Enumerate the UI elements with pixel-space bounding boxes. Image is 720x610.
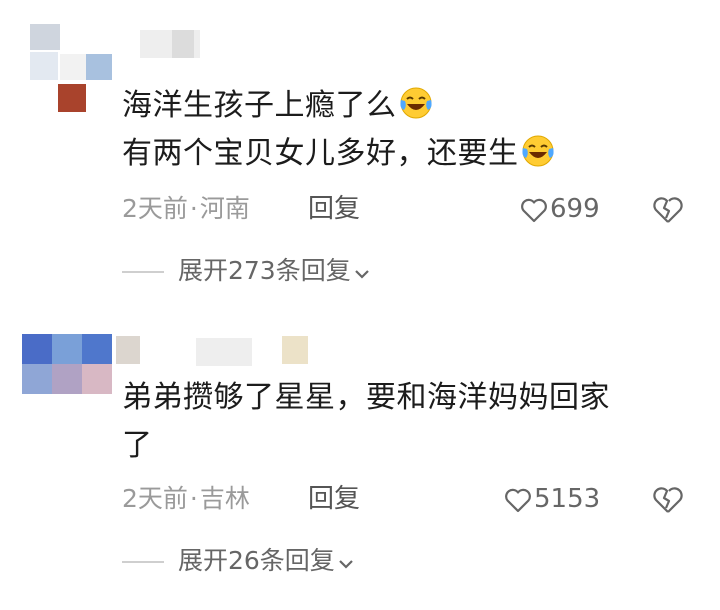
comment-text: 弟弟攒够了星星，要和海洋妈妈回家 了 [122,374,610,470]
comment-line: 弟弟攒够了星星，要和海洋妈妈回家 [122,380,610,415]
avatar[interactable] [22,24,114,114]
expand-replies-label: 展开26条回复 [178,546,335,575]
like-count: 5153 [534,484,601,514]
comment-text: 海洋生孩子上瘾了么 有两个宝贝女儿多好，还要生 [122,82,555,178]
expand-replies-label: 展开273条回复 [178,256,351,285]
chevron-down-icon [339,560,353,569]
username-blur-block [196,338,252,366]
comment-meta: 2天前·河南 [122,192,250,226]
avatar[interactable] [22,334,114,424]
comment-line: 海洋生孩子上瘾了么 [122,82,555,130]
comment-time: 2天前 [122,484,188,513]
broken-heart-icon[interactable] [652,484,684,516]
comment-location: 吉林 [199,484,250,513]
broken-heart-icon[interactable] [652,194,684,226]
comment-location: 河南 [199,194,250,223]
expand-replies-button[interactable]: 展开273条回复 [122,254,371,288]
expand-divider [122,561,164,563]
expand-divider [122,271,164,273]
comment-line: 了 [122,428,153,463]
expand-replies-button[interactable]: 展开26条回复 [122,544,355,578]
heart-outline-icon [505,488,531,513]
laughing-crying-emoji-icon [521,135,554,167]
comment-meta: 2天前·吉林 [122,482,250,516]
badge-blur-block [282,336,308,364]
like-button[interactable]: 699 [520,192,600,226]
like-count: 699 [550,194,600,224]
username-blur-block [172,30,194,58]
reply-button[interactable]: 回复 [308,482,360,516]
meta-separator: · [189,194,198,223]
username[interactable] [116,336,140,364]
comment-line: 有两个宝贝女儿多好，还要生 [122,130,555,178]
heart-outline-icon [521,198,547,223]
reply-button[interactable]: 回复 [308,192,360,226]
comment-list: 海洋生孩子上瘾了么 有两个宝贝女儿多好，还要生 2天前·河南 回复 699 展开… [0,0,720,610]
meta-separator: · [189,484,198,513]
comment-time: 2天前 [122,194,188,223]
chevron-down-icon [354,270,369,279]
laughing-crying-emoji-icon [399,87,432,119]
like-button[interactable]: 5153 [504,482,600,516]
